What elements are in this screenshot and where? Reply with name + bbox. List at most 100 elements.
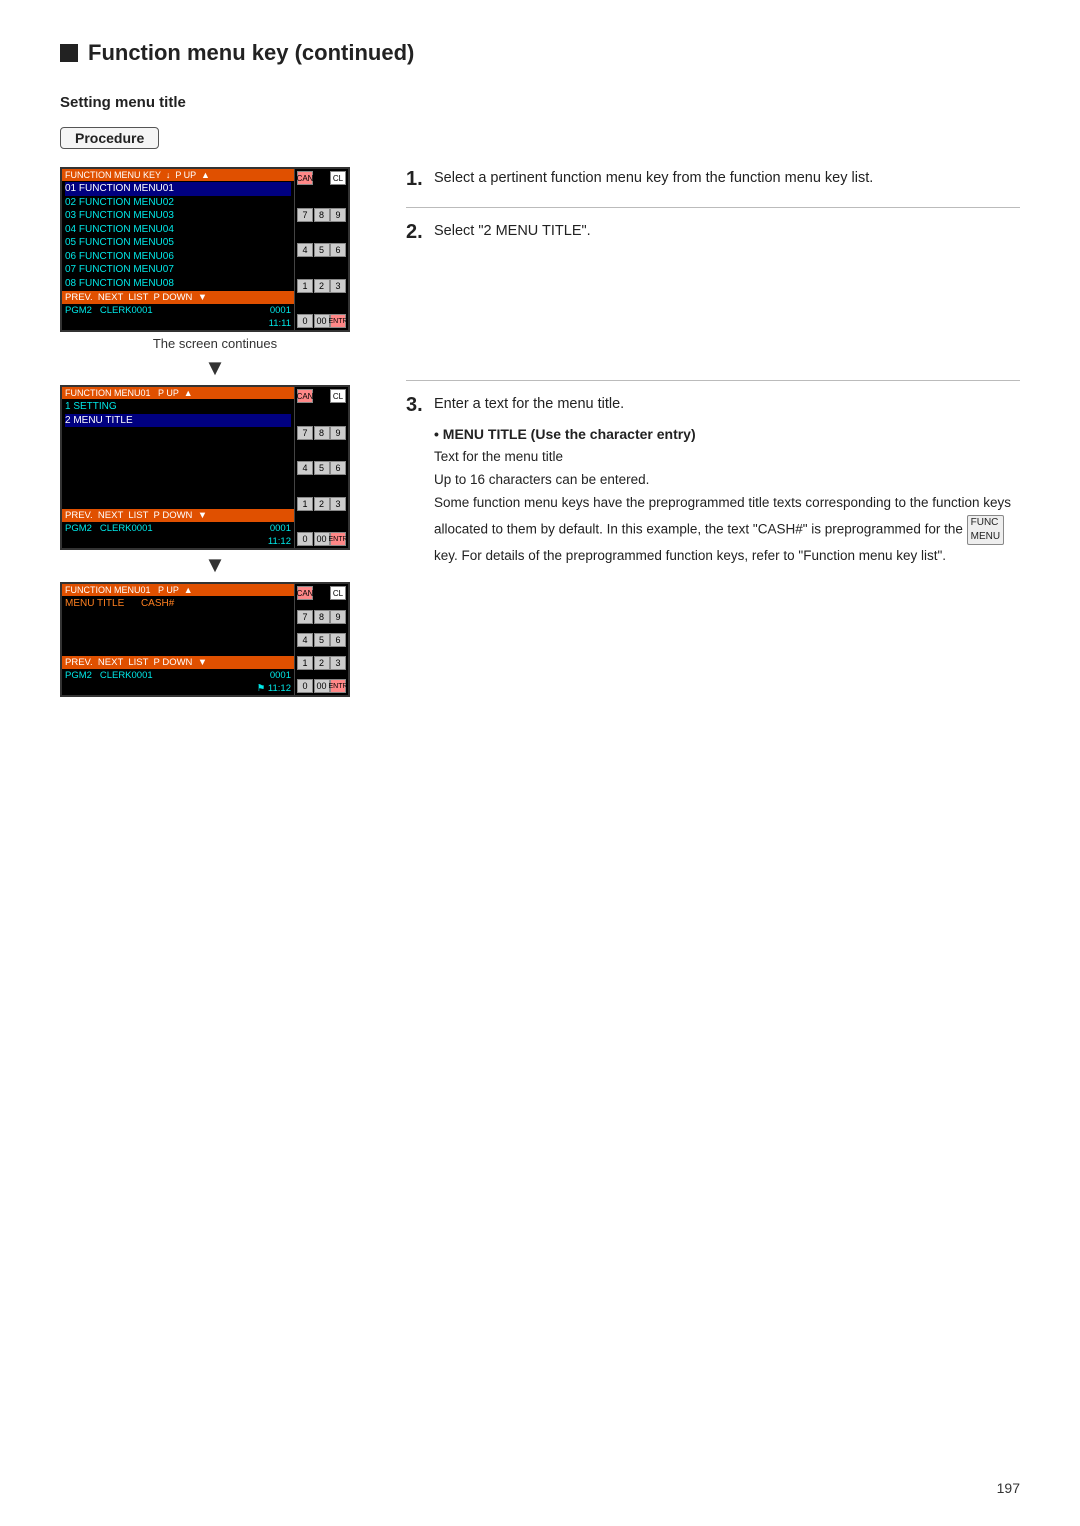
key-4b[interactable]: 4 (297, 461, 313, 475)
screen-1-pgm: PGM2 CLERK0001 (65, 305, 153, 316)
key-4c[interactable]: 4 (297, 633, 313, 647)
title-text: Function menu key (continued) (88, 40, 414, 66)
screen-3-num: 0001 (270, 670, 291, 681)
cl-key[interactable]: CL (330, 171, 346, 185)
screen-2-line-2: 2 MENU TITLE (65, 414, 291, 428)
screen-1-header: FUNCTION MENU KEY ↓ P UP ▲ (62, 169, 294, 181)
step-divider-2 (406, 380, 1020, 381)
key-6[interactable]: 6 (330, 243, 346, 257)
key-7c[interactable]: 7 (297, 610, 313, 624)
key-2b[interactable]: 2 (314, 497, 330, 511)
screen-3-header: FUNCTION MENU01 P UP ▲ (62, 584, 294, 596)
screen-1-left: FUNCTION MENU KEY ↓ P UP ▲ 01 FUNCTION M… (62, 169, 294, 330)
key-5b[interactable]: 5 (314, 461, 330, 475)
key-5[interactable]: 5 (314, 243, 330, 257)
key-7[interactable]: 7 (297, 208, 313, 222)
key-00c[interactable]: 00 (314, 679, 330, 693)
screen-1: FUNCTION MENU KEY ↓ P UP ▲ 01 FUNCTION M… (60, 167, 350, 332)
key-8b[interactable]: 8 (314, 426, 330, 440)
screen-1-line-5: 05 FUNCTION MENU05 (65, 236, 291, 250)
key-4[interactable]: 4 (297, 243, 313, 257)
screen-2-content: 1 SETTING 2 MENU TITLE (62, 399, 294, 509)
screen-1-line-3: 03 FUNCTION MENU03 (65, 209, 291, 223)
screen-1-content: 01 FUNCTION MENU01 02 FUNCTION MENU02 03… (62, 181, 294, 291)
screen-3-header-text: FUNCTION MENU01 P UP ▲ (65, 585, 193, 595)
step-divider-1 (406, 207, 1020, 208)
entr-key-2[interactable]: ENTR (330, 532, 346, 546)
can-key[interactable]: CAN (297, 171, 313, 185)
key-1[interactable]: 1 (297, 279, 313, 293)
key-6c[interactable]: 6 (330, 633, 346, 647)
key-6b[interactable]: 6 (330, 461, 346, 475)
can-key-3[interactable]: CAN (297, 586, 313, 600)
screen-2-line-1: 1 SETTING (65, 400, 291, 414)
down-arrow-1: ▼ (60, 357, 370, 379)
key-0c[interactable]: 0 (297, 679, 313, 693)
step-1-number: 1. (406, 167, 434, 191)
caption-text: The screen continues (153, 336, 277, 351)
key-8c[interactable]: 8 (314, 610, 330, 624)
step-1-row: 1. Select a pertinent function menu key … (406, 167, 1020, 191)
screen-1-header-text: FUNCTION MENU KEY ↓ P UP ▲ (65, 170, 210, 180)
main-content: FUNCTION MENU KEY ↓ P UP ▲ 01 FUNCTION M… (60, 167, 1020, 701)
step-2-row: 2. Select "2 MENU TITLE". (406, 220, 1020, 244)
entr-key-3[interactable]: ENTR (330, 679, 346, 693)
screens-column: FUNCTION MENU KEY ↓ P UP ▲ 01 FUNCTION M… (60, 167, 370, 701)
step-2-number: 2. (406, 220, 434, 244)
screen-2-header: FUNCTION MENU01 P UP ▲ (62, 387, 294, 399)
key-9b[interactable]: 9 (330, 426, 346, 440)
screen-2-footer: PREV. NEXT LIST P DOWN ▼ (62, 509, 294, 522)
screen-2-line-6 (65, 468, 291, 482)
key-9c[interactable]: 9 (330, 610, 346, 624)
step-3-bullet-line-2: Up to 16 characters can be entered. (434, 469, 1020, 492)
screen-2-numpad: CAN CL 7 8 9 4 5 6 1 2 3 (294, 387, 348, 548)
screen-3-line-1: MENU TITLE CASH# (65, 597, 291, 611)
screen-2-line-3 (65, 427, 291, 441)
key-7b[interactable]: 7 (297, 426, 313, 440)
screen-2-left: FUNCTION MENU01 P UP ▲ 1 SETTING 2 MENU … (62, 387, 294, 548)
procedure-badge: Procedure (60, 127, 159, 149)
steps-column: 1. Select a pertinent function menu key … (406, 167, 1020, 568)
screen-1-time: 11:11 (269, 318, 291, 329)
key-2c[interactable]: 2 (314, 656, 330, 670)
screen-1-line-2: 02 FUNCTION MENU02 (65, 196, 291, 210)
screen-3-left: FUNCTION MENU01 P UP ▲ MENU TITLE CASH# … (62, 584, 294, 695)
key-8[interactable]: 8 (314, 208, 330, 222)
key-2[interactable]: 2 (314, 279, 330, 293)
screen-2-line-4 (65, 441, 291, 455)
key-9[interactable]: 9 (330, 208, 346, 222)
screen-3-pgm: PGM2 CLERK0001 (65, 670, 153, 681)
key-3c[interactable]: 3 (330, 656, 346, 670)
screen-3-time: ⚑ 11:12 (257, 683, 291, 694)
page-title: Function menu key (continued) (60, 40, 1020, 66)
step-1-text: Select a pertinent function menu key fro… (434, 167, 873, 190)
screen-1-line-8: 08 FUNCTION MENU08 (65, 277, 291, 291)
key-3b[interactable]: 3 (330, 497, 346, 511)
step-3-content: Enter a text for the menu title. • MENU … (434, 393, 1020, 568)
key-1c[interactable]: 1 (297, 656, 313, 670)
key-5c[interactable]: 5 (314, 633, 330, 647)
screen-2-header-text: FUNCTION MENU01 P UP ▲ (65, 388, 193, 398)
step-3-bullet-line-1: Text for the menu title (434, 446, 1020, 469)
screen-1-line-4: 04 FUNCTION MENU04 (65, 223, 291, 237)
key-0[interactable]: 0 (297, 314, 313, 328)
key-3[interactable]: 3 (330, 279, 346, 293)
key-00b[interactable]: 00 (314, 532, 330, 546)
screen-2-time-row: 11:12 (62, 535, 294, 548)
key-00[interactable]: 00 (314, 314, 330, 328)
entr-key[interactable]: ENTR (330, 314, 346, 328)
cl-key-3[interactable]: CL (330, 586, 346, 600)
cl-key-2[interactable]: CL (330, 389, 346, 403)
can-key-2[interactable]: CAN (297, 389, 313, 403)
screen-2-line-5 (65, 454, 291, 468)
screen-2-pgm: PGM2 CLERK0001 (65, 523, 153, 534)
screen-3-time-row: ⚑ 11:12 (62, 682, 294, 695)
key-1b[interactable]: 1 (297, 497, 313, 511)
title-square-icon (60, 44, 78, 62)
screen-1-status: PGM2 CLERK0001 0001 (62, 304, 294, 317)
screen-1-numpad: CAN CL 7 8 9 4 5 6 1 2 3 (294, 169, 348, 330)
screen-2-line-7 (65, 481, 291, 495)
screen-2: FUNCTION MENU01 P UP ▲ 1 SETTING 2 MENU … (60, 385, 350, 550)
down-arrow-2: ▼ (60, 554, 370, 576)
key-0b[interactable]: 0 (297, 532, 313, 546)
